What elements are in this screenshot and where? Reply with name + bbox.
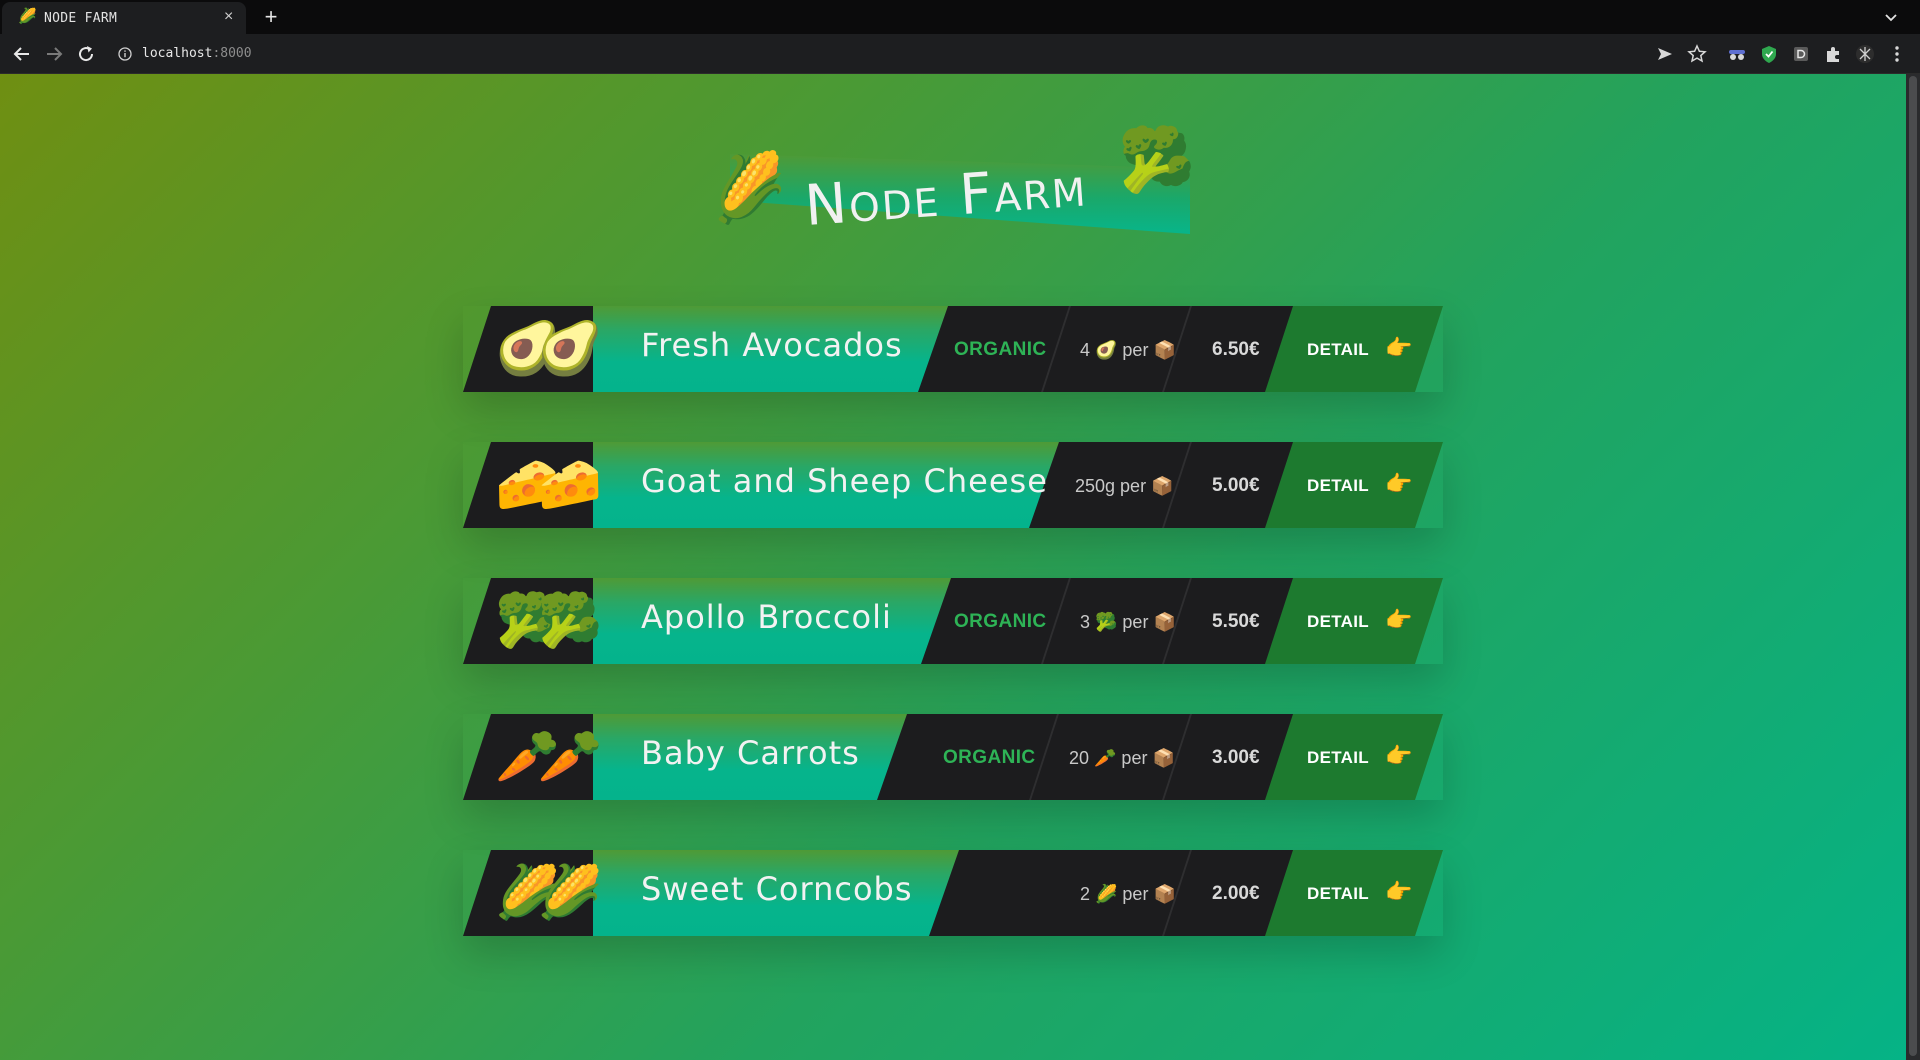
product-emoji-icon: 🥑🥑 <box>495 320 602 378</box>
tab-favicon-icon: 🌽 <box>18 8 37 25</box>
browser-toolbar: localhost:8000 <box>0 34 1920 74</box>
product-price: 2.00€ <box>1212 883 1260 904</box>
product-card: 🌽🌽 Sweet Corncobs 2 🌽 per 📦 2.00€ DETAIL 👉 <box>463 850 1443 936</box>
menu-kebab-icon[interactable] <box>1886 43 1908 65</box>
pointing-hand-icon: 👉 <box>1385 471 1413 496</box>
product-emoji-icon: 🥦🥦 <box>495 592 602 650</box>
reload-icon[interactable] <box>74 42 98 66</box>
product-card: 🧀🧀 Goat and Sheep Cheese 250g per 📦 5.00€ DE… <box>463 442 1443 528</box>
broccoli-icon: 🥦 <box>1118 126 1196 195</box>
product-card: 🥦🥦 Apollo Broccoli ORGANIC 3 🥦 per 📦 5.50€ DE… <box>463 578 1443 664</box>
address-host: localhost <box>142 46 213 61</box>
product-name: Goat and Sheep Cheese <box>641 462 1048 500</box>
product-name: Sweet Corncobs <box>641 870 913 908</box>
detail-button-label: DETAIL <box>1307 612 1369 631</box>
organic-badge: ORGANIC <box>954 339 1047 360</box>
detail-button-label: DETAIL <box>1307 476 1369 495</box>
back-arrow-icon[interactable] <box>10 42 34 66</box>
product-emoji-icon: 🥕🥕 <box>495 728 602 786</box>
site-info-icon[interactable] <box>118 47 132 61</box>
organic-badge: ORGANIC <box>954 611 1047 632</box>
new-tab-button[interactable]: + <box>260 4 282 30</box>
d-extension-icon[interactable] <box>1790 43 1812 65</box>
tab-strip: 🌽 NODE FARM × + <box>0 0 1920 34</box>
corn-icon: 🌽 <box>705 148 792 229</box>
forward-arrow-icon[interactable] <box>42 42 66 66</box>
profile-avatar-icon[interactable] <box>1854 43 1876 65</box>
product-quantity: 2 🌽 per 📦 <box>1080 884 1176 904</box>
pointing-hand-icon: 👉 <box>1385 335 1413 360</box>
detail-button-label: DETAIL <box>1307 340 1369 359</box>
pointing-hand-icon: 👉 <box>1385 879 1413 904</box>
browser-tab[interactable]: 🌽 NODE FARM × <box>2 2 246 34</box>
tab-close-icon[interactable]: × <box>224 8 233 26</box>
product-name: Apollo Broccoli <box>641 598 892 636</box>
product-price: 5.50€ <box>1212 611 1260 632</box>
product-quantity: 250g per 📦 <box>1075 476 1174 496</box>
send-icon[interactable] <box>1654 43 1676 65</box>
scrollbar-thumb[interactable] <box>1909 76 1917 1056</box>
detail-button-label: DETAIL <box>1307 884 1369 903</box>
bookmark-star-icon[interactable] <box>1686 43 1708 65</box>
product-quantity: 20 🥕 per 📦 <box>1069 748 1175 768</box>
detail-button[interactable]: DETAIL 👉 <box>1265 578 1443 664</box>
incognito-extension-icon[interactable] <box>1726 43 1748 65</box>
page-content: 🌽 Node Farm 🥦 🥑🥑 Fresh Avocados ORGANIC 4 🥑… <box>0 74 1906 1060</box>
product-emoji-icon: 🌽🌽 <box>495 864 602 922</box>
page-header: 🌽 Node Farm 🥦 <box>700 114 1220 254</box>
detail-button[interactable]: DETAIL 👉 <box>1265 850 1443 936</box>
product-name: Baby Carrots <box>641 734 860 772</box>
extensions-puzzle-icon[interactable] <box>1822 43 1844 65</box>
product-emoji-icon: 🧀🧀 <box>495 456 602 514</box>
tab-search-chevron-icon[interactable] <box>1880 6 1902 28</box>
pointing-hand-icon: 👉 <box>1385 743 1413 768</box>
detail-button[interactable]: DETAIL 👉 <box>1265 714 1443 800</box>
product-name: Fresh Avocados <box>641 326 903 364</box>
detail-button[interactable]: DETAIL 👉 <box>1265 306 1443 392</box>
product-quantity: 4 🥑 per 📦 <box>1080 340 1176 360</box>
product-price: 5.00€ <box>1212 475 1260 496</box>
tab-title: NODE FARM <box>44 11 118 26</box>
product-card: 🥕🥕 Baby Carrots ORGANIC 20 🥕 per 📦 3.00€ DETA… <box>463 714 1443 800</box>
scrollbar[interactable] <box>1906 74 1920 1060</box>
product-price: 6.50€ <box>1212 339 1260 360</box>
detail-button[interactable]: DETAIL 👉 <box>1265 442 1443 528</box>
detail-button-label: DETAIL <box>1307 748 1369 767</box>
product-price: 3.00€ <box>1212 747 1260 768</box>
product-quantity: 3 🥦 per 📦 <box>1080 612 1176 632</box>
address-port: :8000 <box>212 46 252 61</box>
organic-badge: ORGANIC <box>943 747 1036 768</box>
product-card: 🥑🥑 Fresh Avocados ORGANIC 4 🥑 per 📦 6.50€ DET… <box>463 306 1443 392</box>
shield-extension-icon[interactable] <box>1758 43 1780 65</box>
pointing-hand-icon: 👉 <box>1385 607 1413 632</box>
address-bar[interactable]: localhost:8000 <box>142 46 252 61</box>
